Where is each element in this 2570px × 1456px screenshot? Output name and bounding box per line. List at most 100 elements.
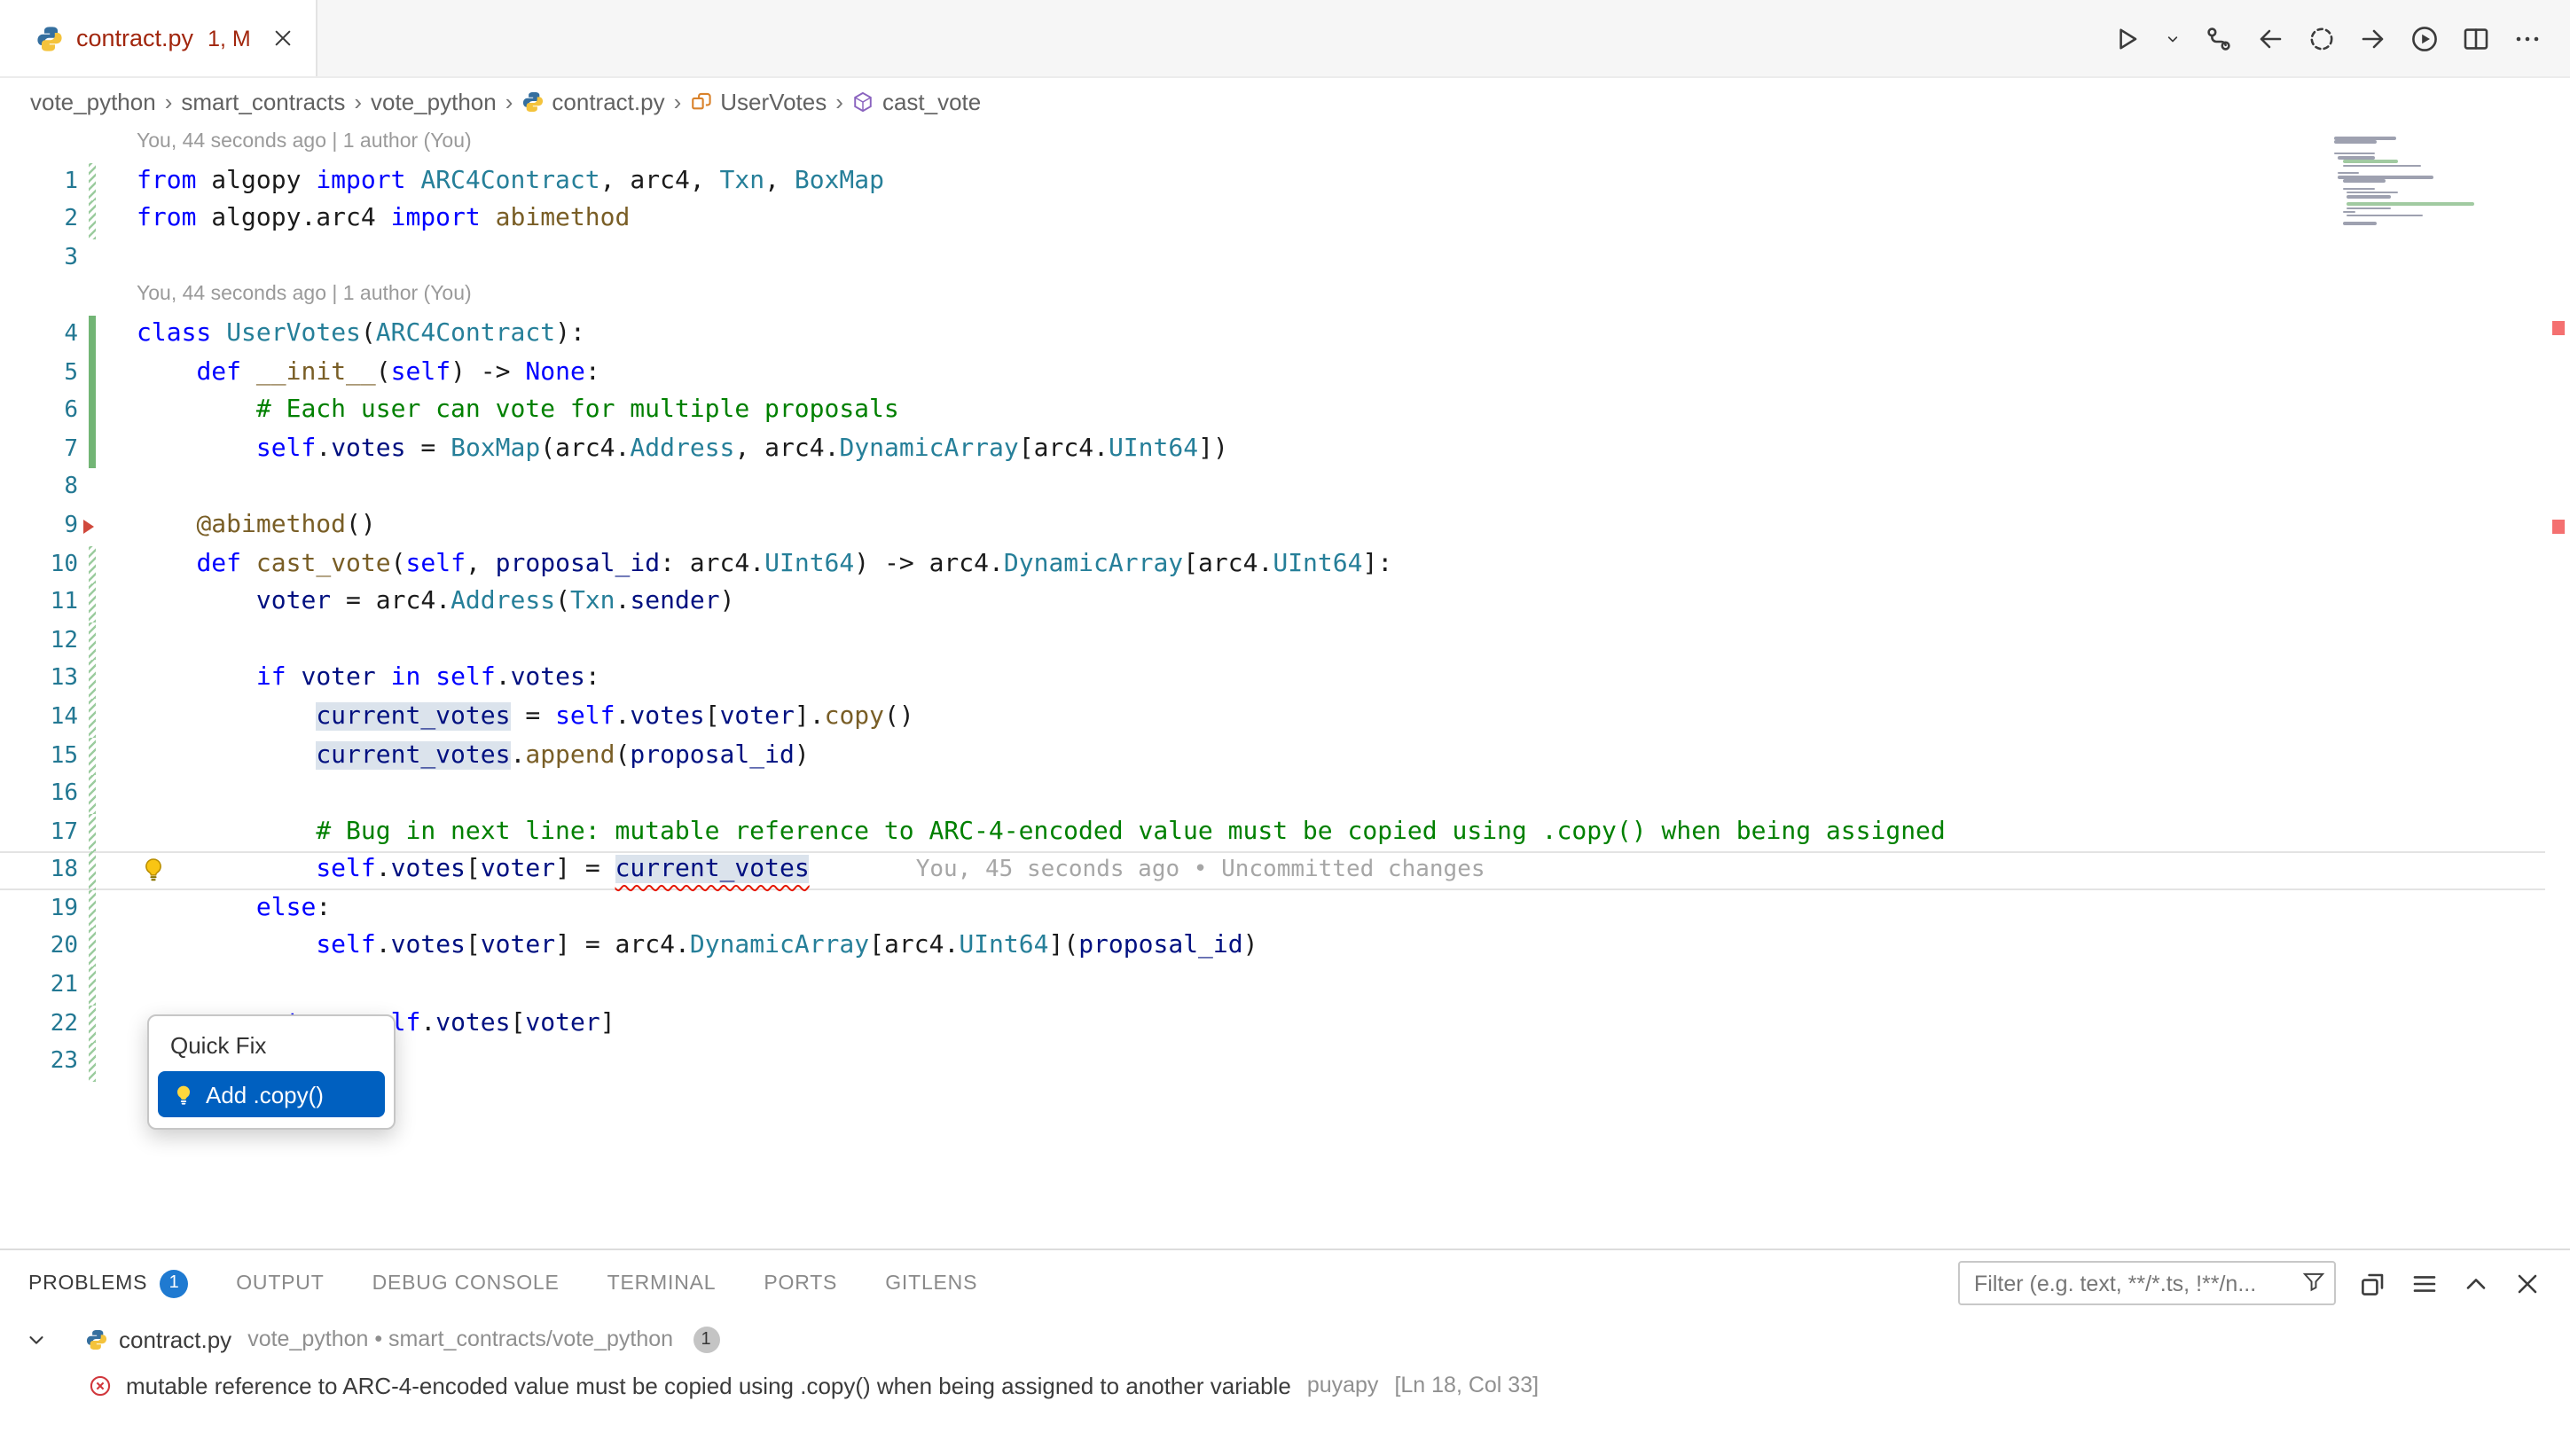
close-panel-icon[interactable] <box>2513 1269 2542 1297</box>
code-line-3[interactable]: 3 <box>0 239 2545 278</box>
split-editor-icon[interactable] <box>2462 24 2490 52</box>
line-number[interactable]: 9 <box>0 507 78 545</box>
navigate-forward-icon[interactable] <box>2359 24 2387 52</box>
breadcrumb-item-smart-contracts[interactable]: smart_contracts <box>181 88 345 114</box>
panel-tab-gitlens[interactable]: GITLENS <box>885 1250 977 1316</box>
line-number[interactable]: 21 <box>0 967 78 1005</box>
line-number[interactable]: 5 <box>0 354 78 392</box>
lightbulb-icon[interactable] <box>140 857 167 884</box>
line-number[interactable]: 18 <box>0 852 78 890</box>
code-line-16[interactable]: 16 <box>0 775 2545 813</box>
code-line-7[interactable]: 7 self.votes = BoxMap(arc4.Address, arc4… <box>0 431 2545 469</box>
code-editor[interactable]: You, 44 seconds ago | 1 author (You)1fro… <box>0 124 2570 1249</box>
code-token: : <box>585 357 600 386</box>
compare-changes-icon[interactable] <box>2308 24 2336 52</box>
line-number[interactable]: 16 <box>0 775 78 813</box>
line-number[interactable]: 15 <box>0 737 78 775</box>
chevron-down-icon[interactable] <box>25 1327 48 1350</box>
code-line-21[interactable]: 21 <box>0 967 2545 1005</box>
code-text: @abimethod() <box>137 507 376 545</box>
code-line-13[interactable]: 13 if voter in self.votes: <box>0 661 2545 699</box>
view-as-table-icon[interactable] <box>2410 1269 2439 1297</box>
panel-tab-terminal[interactable]: TERMINAL <box>607 1250 717 1316</box>
panel-tab-output[interactable]: OUTPUT <box>236 1250 324 1316</box>
code-line-1[interactable]: 1from algopy import ARC4Contract, arc4, … <box>0 162 2545 200</box>
code-line-20[interactable]: 20 self.votes[voter] = arc4.DynamicArray… <box>0 928 2545 967</box>
code-line-9[interactable]: 9 @abimethod() <box>0 507 2545 545</box>
quick-fix-popup: Quick Fix Add .copy() <box>147 1014 396 1130</box>
code-token: BoxMap <box>451 434 540 463</box>
line-number[interactable]: 8 <box>0 469 78 507</box>
dropdown-icon[interactable] <box>2164 29 2182 47</box>
code-line-14[interactable]: 14 current_votes = self.votes[voter].cop… <box>0 699 2545 737</box>
code-line-12[interactable]: 12 <box>0 622 2545 660</box>
run-circle-icon[interactable] <box>2410 24 2439 52</box>
breadcrumb-item-uservotes[interactable]: UserVotes <box>690 88 827 114</box>
code-line-19[interactable]: 19 else: <box>0 890 2545 928</box>
line-number[interactable]: 20 <box>0 928 78 967</box>
code-line-10[interactable]: 10 def cast_vote(self, proposal_id: arc4… <box>0 545 2545 583</box>
problems-error-row[interactable]: mutable reference to ARC-4-encoded value… <box>0 1362 2570 1408</box>
line-number[interactable]: 3 <box>0 239 78 278</box>
panel-tab-problems[interactable]: PROBLEMS1 <box>28 1250 188 1316</box>
code-token <box>137 511 196 539</box>
line-number[interactable]: 17 <box>0 813 78 851</box>
minimap[interactable] <box>2334 133 2487 230</box>
tab-close-icon[interactable] <box>272 27 295 50</box>
minimap-line <box>2334 149 2487 152</box>
line-number[interactable]: 19 <box>0 890 78 928</box>
line-number[interactable]: 2 <box>0 200 78 239</box>
line-number[interactable]: 4 <box>0 316 78 354</box>
run-icon[interactable] <box>2112 24 2141 52</box>
navigate-back-icon[interactable] <box>2256 24 2284 52</box>
source-control-graph-icon[interactable] <box>2205 24 2233 52</box>
code-line-15[interactable]: 15 current_votes.append(proposal_id) <box>0 737 2545 775</box>
code-token: append <box>525 740 615 769</box>
line-number[interactable]: 6 <box>0 392 78 430</box>
quick-fix-add-copy-action[interactable]: Add .copy() <box>158 1071 385 1117</box>
line-number[interactable] <box>0 124 78 162</box>
code-token: @abimethod <box>196 511 346 539</box>
panel-tab-debug-console[interactable]: DEBUG CONSOLE <box>372 1250 560 1316</box>
code-line-18[interactable]: 18 self.votes[voter] = current_votesYou,… <box>0 852 2545 890</box>
maximize-panel-icon[interactable] <box>2462 1269 2490 1297</box>
line-number[interactable]: 10 <box>0 545 78 583</box>
problems-filter-input[interactable] <box>1958 1261 2336 1305</box>
minimap-line <box>2347 195 2391 198</box>
code-line-4[interactable]: 4class UserVotes(ARC4Contract): <box>0 316 2545 354</box>
collapse-all-icon[interactable] <box>2359 1269 2387 1297</box>
code-line-5[interactable]: 5 def __init__(self) -> None: <box>0 354 2545 392</box>
line-number[interactable]: 1 <box>0 162 78 200</box>
breadcrumb-separator-icon: › <box>165 88 173 114</box>
code-line-6[interactable]: 6 # Each user can vote for multiple prop… <box>0 392 2545 430</box>
line-number[interactable]: 11 <box>0 583 78 622</box>
code-line-11[interactable]: 11 voter = arc4.Address(Txn.sender) <box>0 583 2545 622</box>
line-number[interactable]: 13 <box>0 661 78 699</box>
breadcrumb-item-vote-python[interactable]: vote_python <box>30 88 156 114</box>
overview-ruler[interactable] <box>2545 124 2570 1249</box>
panel-tab-ports[interactable]: PORTS <box>764 1250 837 1316</box>
line-number[interactable]: 23 <box>0 1044 78 1082</box>
code-line-2[interactable]: 2from algopy.arc4 import abimethod <box>0 200 2545 239</box>
line-number[interactable]: 12 <box>0 622 78 660</box>
code-token: [ <box>511 1008 526 1037</box>
breadcrumb-item-vote-python[interactable]: vote_python <box>371 88 497 114</box>
code-token: sender <box>630 587 719 615</box>
line-number[interactable]: 22 <box>0 1005 78 1043</box>
breadcrumb-item-cast-vote[interactable]: cast_vote <box>852 88 981 114</box>
code-line-8[interactable]: 8 <box>0 469 2545 507</box>
line-number[interactable]: 7 <box>0 431 78 469</box>
line-number[interactable]: 14 <box>0 699 78 737</box>
code-token: from <box>137 204 196 232</box>
problems-file-row[interactable]: contract.py vote_python • smart_contract… <box>0 1316 2570 1362</box>
code-line-17[interactable]: 17 # Bug in next line: mutable reference… <box>0 813 2545 851</box>
blame-annotation-row[interactable]: You, 44 seconds ago | 1 author (You) <box>0 124 2545 162</box>
editor-tab-contract-py[interactable]: contract.py 1, M <box>0 0 318 76</box>
blame-annotation-row[interactable]: You, 44 seconds ago | 1 author (You) <box>0 278 2545 316</box>
code-token <box>137 932 316 960</box>
panel-tab-label: DEBUG CONSOLE <box>372 1272 560 1294</box>
breadcrumb-item-contract-py[interactable]: contract.py <box>521 88 664 114</box>
line-number[interactable] <box>0 278 78 316</box>
git-gutter <box>89 469 95 507</box>
more-actions-icon[interactable] <box>2513 24 2542 52</box>
